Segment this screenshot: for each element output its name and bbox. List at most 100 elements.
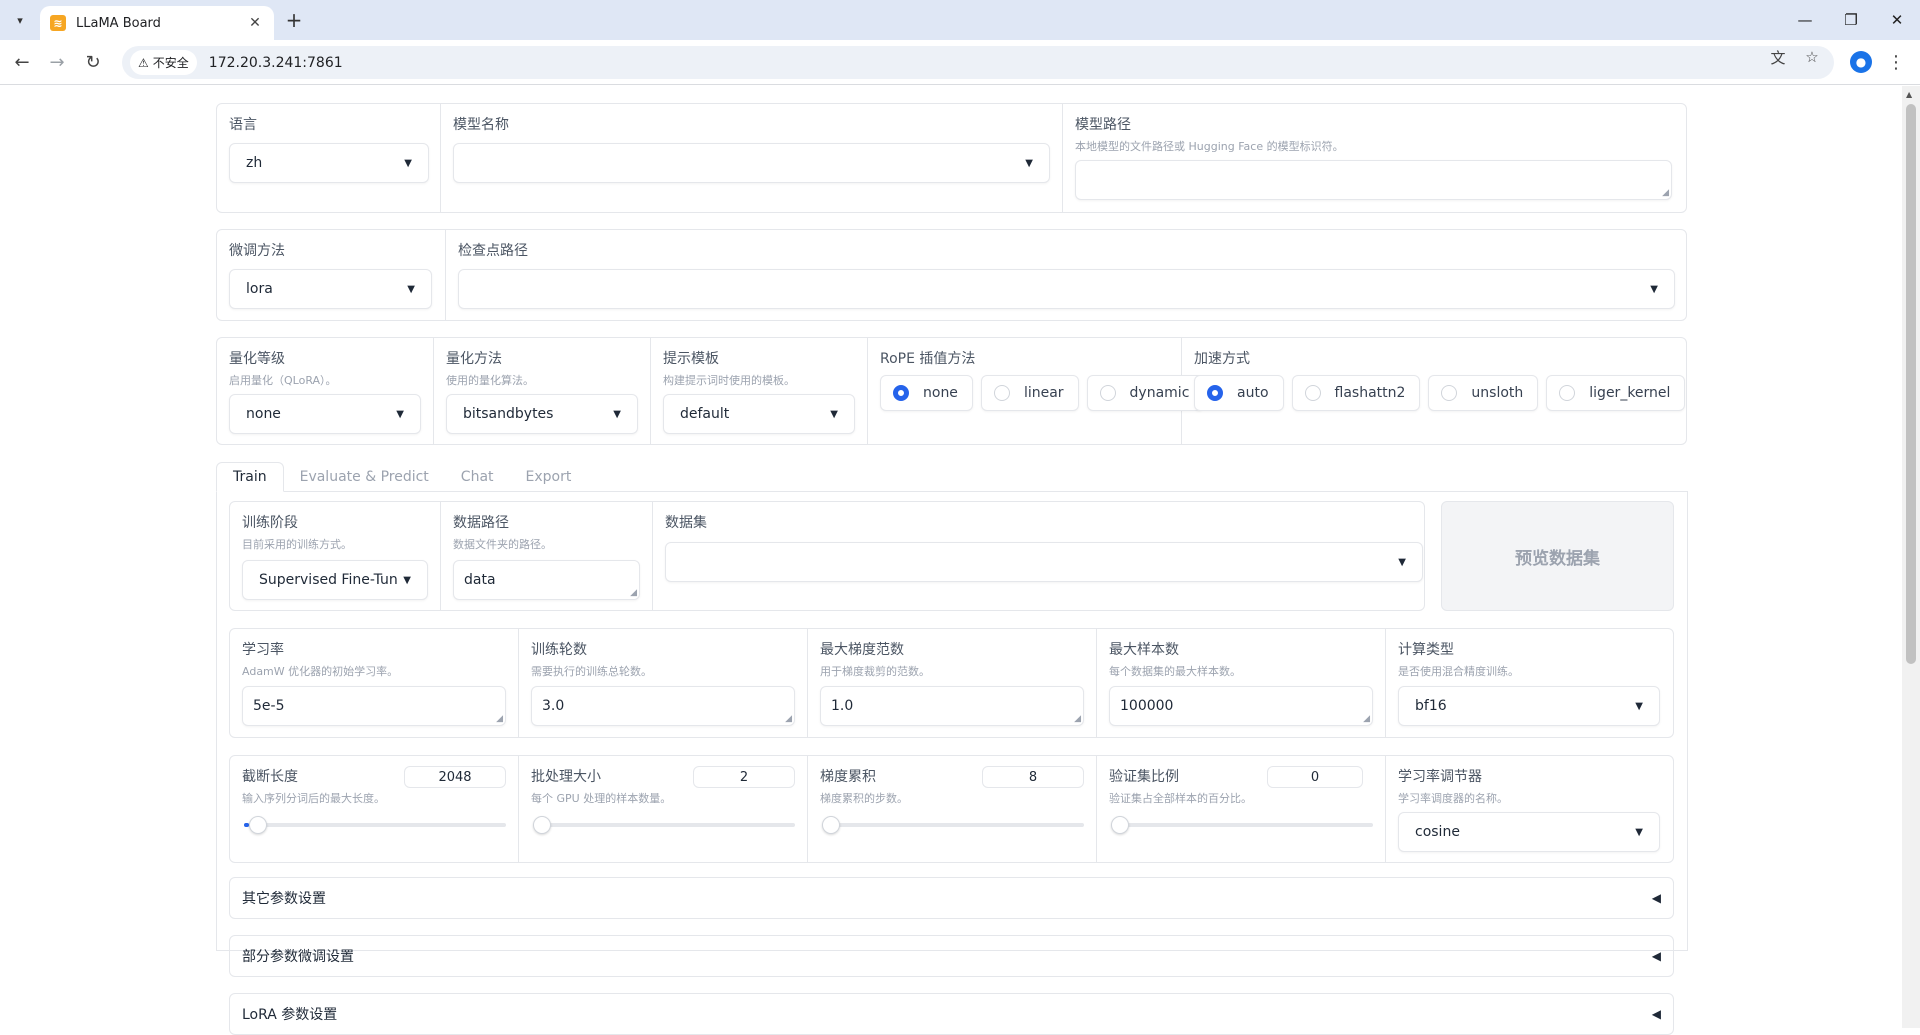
lr-cell: 学习率 AdamW 优化器的初始学习率。 5e-5 ◢ [230,629,519,737]
tab-train[interactable]: Train [216,462,284,492]
stage-cell: 训练阶段 目前采用的训练方式。 Supervised Fine-Tuning ▼ [230,502,441,610]
scroll-up-icon[interactable]: ▲ [1906,90,1912,99]
model-name-cell: 模型名称 ▼ [441,104,1063,212]
checkpoint-dropdown[interactable]: ▼ [458,269,1675,309]
tab-evaluate[interactable]: Evaluate & Predict [284,462,445,492]
booster-option[interactable]: liger_kernel [1546,375,1686,411]
model-path-cell: 模型路径 本地模型的文件路径或 Hugging Face 的模型标识符。 ◢ [1063,104,1686,212]
val-size-slider-thumb[interactable] [1111,816,1129,834]
max-samples-cell: 最大样本数 每个数据集的最大样本数。 100000 ◢ [1097,629,1386,737]
resize-handle-icon[interactable]: ◢ [630,588,637,598]
booster-option[interactable]: flashattn2 [1291,375,1421,411]
batch-size-slider-thumb[interactable] [533,816,551,834]
forward-icon[interactable]: → [43,48,71,76]
lr-scheduler-dropdown[interactable]: cosine ▼ [1398,812,1660,852]
profile-avatar-icon[interactable]: ● [1850,51,1872,73]
finetune-method-dropdown[interactable]: lora ▼ [229,269,432,309]
back-icon[interactable]: ← [8,48,36,76]
val-size-cell: 验证集比例 验证集占全部样本的百分比。 0 [1097,756,1386,862]
template-info: 构建提示词时使用的模板。 [663,374,795,387]
chevron-down-icon: ▼ [1398,556,1406,568]
chevron-down-icon: ▼ [1650,283,1658,295]
max-samples-label: 最大样本数 [1109,642,1179,658]
tab-search-icon[interactable]: ▾ [8,8,32,32]
restore-icon[interactable]: ❐ [1836,6,1866,34]
val-size-slider-track[interactable] [1111,823,1373,827]
resize-handle-icon[interactable]: ◢ [1363,714,1370,724]
lr-input[interactable]: 5e-5 ◢ [242,686,506,726]
grad-accum-slider-thumb[interactable] [822,816,840,834]
template-cell: 提示模板 构建提示词时使用的模板。 default ▼ [651,338,868,444]
template-dropdown[interactable]: default ▼ [663,394,855,434]
lr-scheduler-label: 学习率调节器 [1398,769,1482,785]
booster-option[interactable]: unsloth [1428,375,1539,411]
compute-type-dropdown[interactable]: bf16 ▼ [1398,686,1660,726]
close-window-icon[interactable]: ✕ [1882,6,1912,34]
minimize-icon[interactable]: — [1790,6,1820,34]
dataset-dir-input[interactable]: data ◢ [453,560,640,600]
lang-dropdown[interactable]: zh ▼ [229,143,429,183]
grad-accum-info: 梯度累积的步数。 [820,792,908,805]
cutoff-len-info: 输入序列分词后的最大长度。 [242,792,385,805]
booster-option[interactable]: auto [1194,375,1284,411]
grad-accum-slider-track[interactable] [822,823,1084,827]
close-tab-icon[interactable]: ✕ [246,15,264,31]
dataset-dir-cell: 数据路径 数据文件夹的路径。 data ◢ [441,502,653,610]
scroll-thumb[interactable] [1906,104,1916,664]
batch-size-number[interactable]: 2 [693,766,795,788]
browser-tab[interactable]: ≋ LLaMA Board ✕ [40,6,274,40]
epochs-input[interactable]: 3.0 ◢ [531,686,795,726]
lr-scheduler-info: 学习率调度器的名称。 [1398,792,1508,805]
address-bar[interactable]: ⚠ 不安全 172.20.3.241:7861 [122,46,1834,79]
accordion-extra-args[interactable]: 其它参数设置 ◀ [229,877,1674,919]
security-chip[interactable]: ⚠ 不安全 [130,50,197,75]
max-samples-input[interactable]: 100000 ◢ [1109,686,1373,726]
chevron-down-icon: ▼ [830,408,838,420]
cutoff-len-slider-track[interactable] [244,823,506,827]
grad-accum-number[interactable]: 8 [982,766,1084,788]
max-grad-norm-value: 1.0 [831,698,854,714]
translate-icon[interactable]: 文 [1768,48,1788,67]
bookmark-star-icon[interactable]: ☆ [1802,48,1822,66]
kebab-menu-icon[interactable]: ⋮ [1886,50,1906,74]
max-grad-norm-input[interactable]: 1.0 ◢ [820,686,1084,726]
quant-bit-info: 启用量化（QLoRA）。 [229,374,337,387]
model-path-input[interactable]: ◢ [1075,160,1672,200]
resize-handle-icon[interactable]: ◢ [496,714,503,724]
stage-value: Supervised Fine-Tuning [259,572,398,588]
tab-chat[interactable]: Chat [445,462,510,492]
quant-method-value: bitsandbytes [463,406,554,422]
rope-radio-group: none linear dynamic [880,375,1205,411]
lang-value: zh [246,155,263,171]
batch-size-slider-track[interactable] [533,823,795,827]
rope-option[interactable]: none [880,375,973,411]
max-grad-norm-label: 最大梯度范数 [820,642,904,658]
val-size-info: 验证集占全部样本的百分比。 [1109,792,1252,805]
reload-icon[interactable]: ↻ [79,48,107,76]
lr-scheduler-cell: 学习率调节器 学习率调度器的名称。 cosine ▼ [1386,756,1673,862]
rope-option-label: dynamic [1129,385,1190,401]
resize-handle-icon[interactable]: ◢ [1662,188,1669,198]
booster-option-label: liger_kernel [1589,385,1671,401]
dataset-dropdown[interactable]: ▼ [665,542,1423,582]
stage-dropdown[interactable]: Supervised Fine-Tuning ▼ [242,560,428,600]
quant-method-dropdown[interactable]: bitsandbytes ▼ [446,394,638,434]
quant-bit-cell: 量化等级 启用量化（QLoRA）。 none ▼ [217,338,434,444]
tab-export[interactable]: Export [510,462,588,492]
resize-handle-icon[interactable]: ◢ [785,714,792,724]
new-tab-icon[interactable]: + [282,8,306,32]
cutoff-len-slider-thumb[interactable] [248,816,267,834]
rope-option[interactable]: linear [980,375,1079,411]
quant-method-cell: 量化方法 使用的量化算法。 bitsandbytes ▼ [434,338,651,444]
preview-dataset-button[interactable]: 预览数据集 [1441,501,1674,611]
resize-handle-icon[interactable]: ◢ [1074,714,1081,724]
dataset-panel: 训练阶段 目前采用的训练方式。 Supervised Fine-Tuning ▼… [229,501,1425,611]
val-size-number[interactable]: 0 [1267,766,1363,788]
accordion-lora-args[interactable]: LoRA 参数设置 ◀ [229,993,1674,1035]
model-name-dropdown[interactable]: ▼ [453,143,1050,183]
rope-option-label: none [923,385,958,401]
quant-bit-dropdown[interactable]: none ▼ [229,394,421,434]
cutoff-len-number[interactable]: 2048 [404,766,506,788]
accordion-freeze-args[interactable]: 部分参数微调设置 ◀ [229,935,1674,977]
vertical-scrollbar[interactable]: ▲ [1902,86,1920,1028]
